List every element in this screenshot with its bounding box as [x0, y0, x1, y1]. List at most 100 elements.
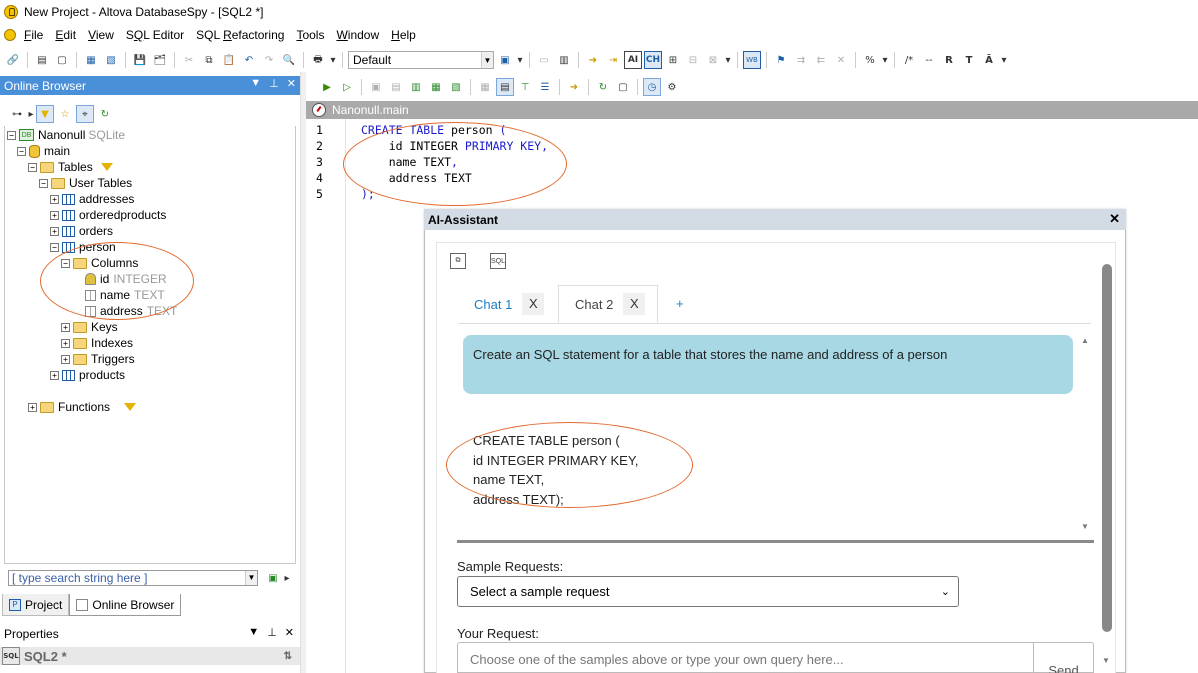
save-icon[interactable]: 💾: [131, 51, 149, 69]
schema-icon[interactable]: ⊞: [664, 51, 682, 69]
dropdown-chevron-icon[interactable]: ▾: [724, 51, 732, 69]
menu-window[interactable]: Window: [330, 25, 385, 45]
tree-user-tables[interactable]: − User Tables: [39, 175, 132, 191]
tree-keys[interactable]: + Keys: [61, 319, 118, 335]
tree-root[interactable]: − DB Nanonull SQLite: [7, 127, 125, 143]
copy-icon[interactable]: ⧉: [200, 51, 218, 69]
expand-icon[interactable]: +: [61, 354, 70, 364]
close-tab-button[interactable]: X: [522, 293, 545, 315]
expand-icon[interactable]: +: [61, 322, 70, 332]
chevron-right-icon[interactable]: ▸: [282, 569, 292, 587]
expand-icon[interactable]: +: [61, 338, 70, 348]
panel-scrollbar[interactable]: [1102, 264, 1112, 632]
tree-indexes[interactable]: + Indexes: [61, 335, 133, 351]
commit-icon[interactable]: ▥: [407, 78, 425, 96]
collapse-icon[interactable]: −: [17, 146, 26, 156]
connect-icon[interactable]: 🔗: [4, 51, 22, 69]
panel-menu-icon[interactable]: ▼: [250, 77, 261, 90]
new-project-icon[interactable]: ▦: [82, 51, 100, 69]
expand-icon[interactable]: +: [50, 226, 59, 236]
next-bookmark-icon[interactable]: ⇉: [792, 51, 810, 69]
clear-bookmarks-icon[interactable]: ✕: [832, 51, 850, 69]
filter-icon[interactable]: ▼: [36, 105, 54, 123]
ch-icon[interactable]: CH: [644, 51, 662, 69]
dropdown-chevron-icon[interactable]: ▾: [516, 51, 524, 69]
percent-icon[interactable]: %: [861, 51, 879, 69]
tree-search-input[interactable]: [ type search string here ] ▼: [8, 570, 258, 586]
chevron-down-icon[interactable]: ▼: [245, 571, 257, 585]
collapse-icon[interactable]: −: [61, 258, 70, 268]
close-tab-button[interactable]: X: [623, 293, 646, 315]
tree-table[interactable]: + addresses: [50, 191, 134, 207]
bookmark-icon[interactable]: ⚑: [772, 51, 790, 69]
sample-request-select[interactable]: Select a sample request ⌄: [457, 576, 959, 607]
save-all-icon[interactable]: 🗂: [151, 51, 169, 69]
layout-icon[interactable]: ▭: [535, 51, 553, 69]
expand-icon[interactable]: +: [50, 210, 59, 220]
menu-file[interactable]: File: [18, 25, 49, 45]
menu-tools[interactable]: Tools: [290, 25, 330, 45]
redo-icon[interactable]: ↷: [260, 51, 278, 69]
messages-icon[interactable]: ☰: [536, 78, 554, 96]
insert-sql-icon[interactable]: SQL: [490, 253, 506, 269]
execute-update-icon[interactable]: ▷: [338, 78, 356, 96]
add-chat-button[interactable]: +: [676, 296, 684, 311]
tree-table[interactable]: + products: [50, 367, 125, 383]
export-results-icon[interactable]: ➜: [565, 78, 583, 96]
paste-icon[interactable]: 📋: [220, 51, 238, 69]
app-menu-icon[interactable]: [2, 26, 18, 44]
open-project-icon[interactable]: ▧: [102, 51, 120, 69]
find-icon[interactable]: 🔍: [280, 51, 298, 69]
format-icon[interactable]: ▢: [614, 78, 632, 96]
menu-sql-editor[interactable]: SQL Editor: [120, 25, 190, 45]
line-comment-icon[interactable]: --: [920, 51, 938, 69]
connection-select[interactable]: Default ▼: [348, 51, 494, 69]
refresh-icon[interactable]: ↻: [594, 78, 612, 96]
expand-icon[interactable]: +: [50, 370, 59, 380]
panel-menu-icon[interactable]: ▼: [248, 626, 259, 639]
tree-column[interactable]: id INTEGER: [85, 271, 167, 287]
expand-icon[interactable]: +: [50, 194, 59, 204]
close-icon[interactable]: ✕: [1109, 211, 1120, 227]
tree-triggers[interactable]: + Triggers: [61, 351, 135, 367]
execute-icon[interactable]: ▶: [318, 78, 336, 96]
tab-project[interactable]: P Project: [2, 594, 70, 616]
tree-table-person[interactable]: − person: [50, 239, 116, 255]
menu-view[interactable]: View: [82, 25, 120, 45]
rollback-icon[interactable]: ▦: [427, 78, 445, 96]
layout-options-icon[interactable]: ⊶: [8, 105, 26, 123]
compare-icon[interactable]: ⊠: [704, 51, 722, 69]
menu-edit[interactable]: Edit: [49, 25, 82, 45]
scroll-up-icon[interactable]: ▲: [1081, 336, 1089, 345]
dropdown-chevron-icon[interactable]: ▾: [881, 51, 889, 69]
print-icon[interactable]: 🖶: [309, 51, 327, 69]
scroll-down-icon[interactable]: ▼: [1081, 522, 1089, 531]
new-sql-icon[interactable]: ▤: [33, 51, 51, 69]
tree-column[interactable]: name TEXT: [85, 287, 165, 303]
close-icon[interactable]: ✕: [287, 77, 296, 90]
tree-schema[interactable]: − main: [17, 143, 70, 159]
scroll-down-icon[interactable]: ▼: [1102, 656, 1110, 665]
tree-table[interactable]: + orderedproducts: [50, 207, 166, 223]
stop-icon[interactable]: ▣: [367, 78, 385, 96]
tree-column[interactable]: address TEXT: [85, 303, 177, 319]
send-button[interactable]: Send: [1033, 642, 1094, 673]
tree-table[interactable]: + orders: [50, 223, 113, 239]
regions-icon[interactable]: R: [940, 51, 958, 69]
dropdown-chevron-icon[interactable]: ▸: [28, 105, 34, 123]
results-icon[interactable]: ▤: [496, 78, 514, 96]
data-compare-icon[interactable]: ▥: [555, 51, 573, 69]
search-options-icon[interactable]: ▣: [264, 569, 282, 587]
collapse-icon[interactable]: −: [39, 178, 48, 188]
wrap-icon[interactable]: WB: [743, 51, 761, 69]
tab-online-browser[interactable]: Online Browser: [69, 594, 182, 616]
collapse-icon[interactable]: −: [7, 130, 16, 140]
explain-icon[interactable]: ◷: [643, 78, 661, 96]
favorites-icon[interactable]: ☆: [56, 105, 74, 123]
step-icon[interactable]: ▤: [387, 78, 405, 96]
alias-icon[interactable]: Ā: [980, 51, 998, 69]
open-file-icon[interactable]: ▢: [53, 51, 71, 69]
text-icon[interactable]: T: [960, 51, 978, 69]
menu-sql-refactoring[interactable]: SQL Refactoring: [190, 25, 290, 45]
dropdown-chevron-icon[interactable]: ▾: [1000, 51, 1008, 69]
